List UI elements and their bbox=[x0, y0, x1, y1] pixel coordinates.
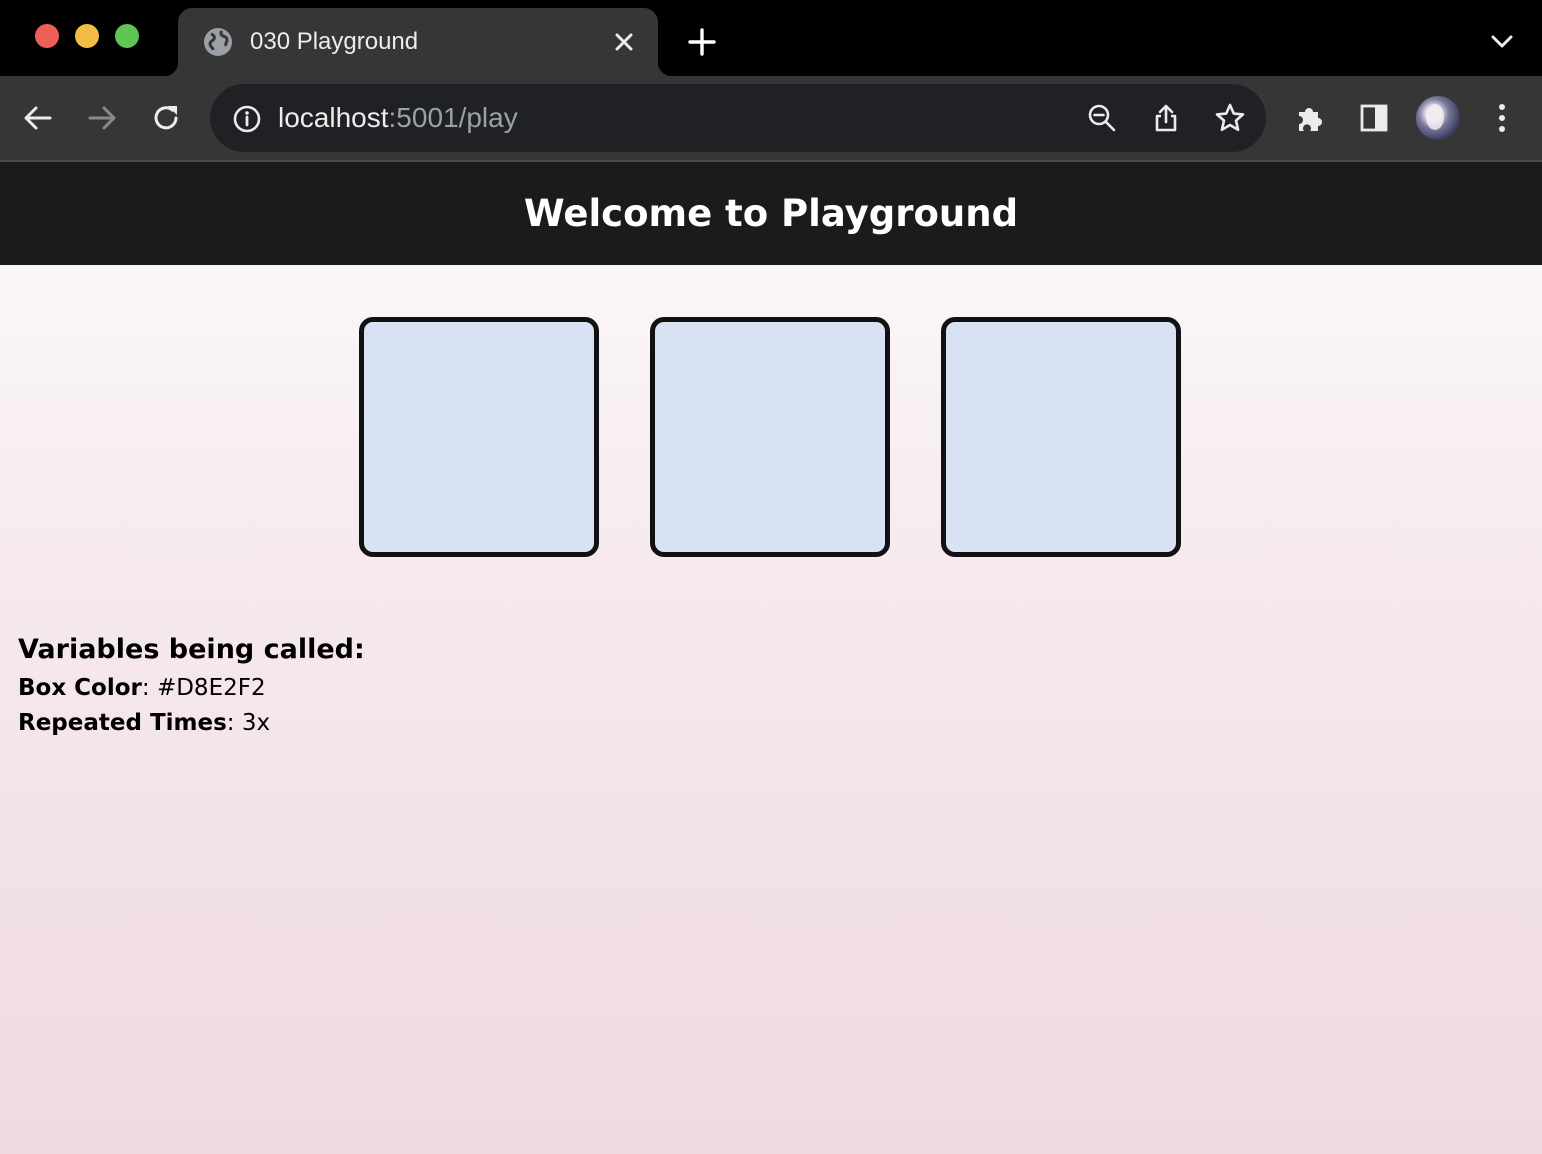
browser-toolbar: localhost:5001/play bbox=[0, 76, 1542, 162]
box-row bbox=[359, 317, 1181, 557]
fullscreen-window-button[interactable] bbox=[115, 24, 139, 48]
reload-icon bbox=[154, 106, 178, 130]
zoom-out-icon bbox=[1088, 104, 1116, 132]
share-icon bbox=[1155, 104, 1177, 132]
bookmark-button[interactable] bbox=[1212, 100, 1248, 136]
tab-strip: 030 Playground bbox=[0, 0, 1542, 76]
site-header: Welcome to Playground bbox=[0, 162, 1542, 265]
url-host: localhost bbox=[278, 102, 389, 133]
variables-panel: Variables being called: Box Color: #D8E2… bbox=[18, 634, 365, 741]
repeated-times-line: Repeated Times: 3x bbox=[18, 706, 365, 741]
menu-button[interactable] bbox=[1482, 98, 1522, 138]
box-color-value: : #D8E2F2 bbox=[141, 675, 266, 701]
box-color-line: Box Color: #D8E2F2 bbox=[18, 671, 365, 706]
zoom-button[interactable] bbox=[1084, 100, 1120, 136]
star-icon bbox=[1215, 103, 1245, 132]
url-text[interactable]: localhost:5001/play bbox=[278, 102, 518, 134]
back-button[interactable] bbox=[18, 98, 58, 138]
url-path: :5001/play bbox=[388, 102, 518, 133]
color-box bbox=[359, 317, 599, 557]
forward-button[interactable] bbox=[82, 98, 122, 138]
side-panel-icon bbox=[1360, 104, 1388, 132]
color-box bbox=[650, 317, 890, 557]
share-button[interactable] bbox=[1148, 100, 1184, 136]
kebab-menu-icon bbox=[1499, 104, 1505, 132]
reload-button[interactable] bbox=[146, 98, 186, 138]
side-panel-button[interactable] bbox=[1354, 98, 1394, 138]
tab-title: 030 Playground bbox=[250, 28, 419, 55]
repeated-times-label: Repeated Times bbox=[18, 710, 227, 736]
info-icon[interactable] bbox=[232, 104, 262, 134]
color-box bbox=[941, 317, 1181, 557]
repeated-times-value: : 3x bbox=[226, 710, 271, 736]
tab-search-chevron-icon[interactable] bbox=[1488, 30, 1516, 54]
close-tab-icon[interactable] bbox=[610, 28, 638, 56]
close-window-button[interactable] bbox=[35, 24, 59, 48]
puzzle-icon bbox=[1299, 108, 1322, 131]
box-color-label: Box Color bbox=[18, 675, 142, 701]
globe-icon bbox=[204, 28, 232, 56]
extensions-button[interactable] bbox=[1290, 98, 1330, 138]
page-viewport: Welcome to Playground Variables being ca… bbox=[0, 162, 1542, 1154]
new-tab-icon[interactable] bbox=[686, 26, 718, 58]
address-bar[interactable]: localhost:5001/play bbox=[210, 84, 1266, 152]
profile-avatar[interactable] bbox=[1416, 96, 1460, 140]
arrow-right-icon bbox=[88, 106, 116, 130]
variables-heading: Variables being called: bbox=[18, 634, 365, 665]
tab-active[interactable]: 030 Playground bbox=[164, 8, 672, 76]
minimize-window-button[interactable] bbox=[75, 24, 99, 48]
page-title: Welcome to Playground bbox=[523, 192, 1019, 235]
arrow-left-icon bbox=[24, 106, 52, 130]
